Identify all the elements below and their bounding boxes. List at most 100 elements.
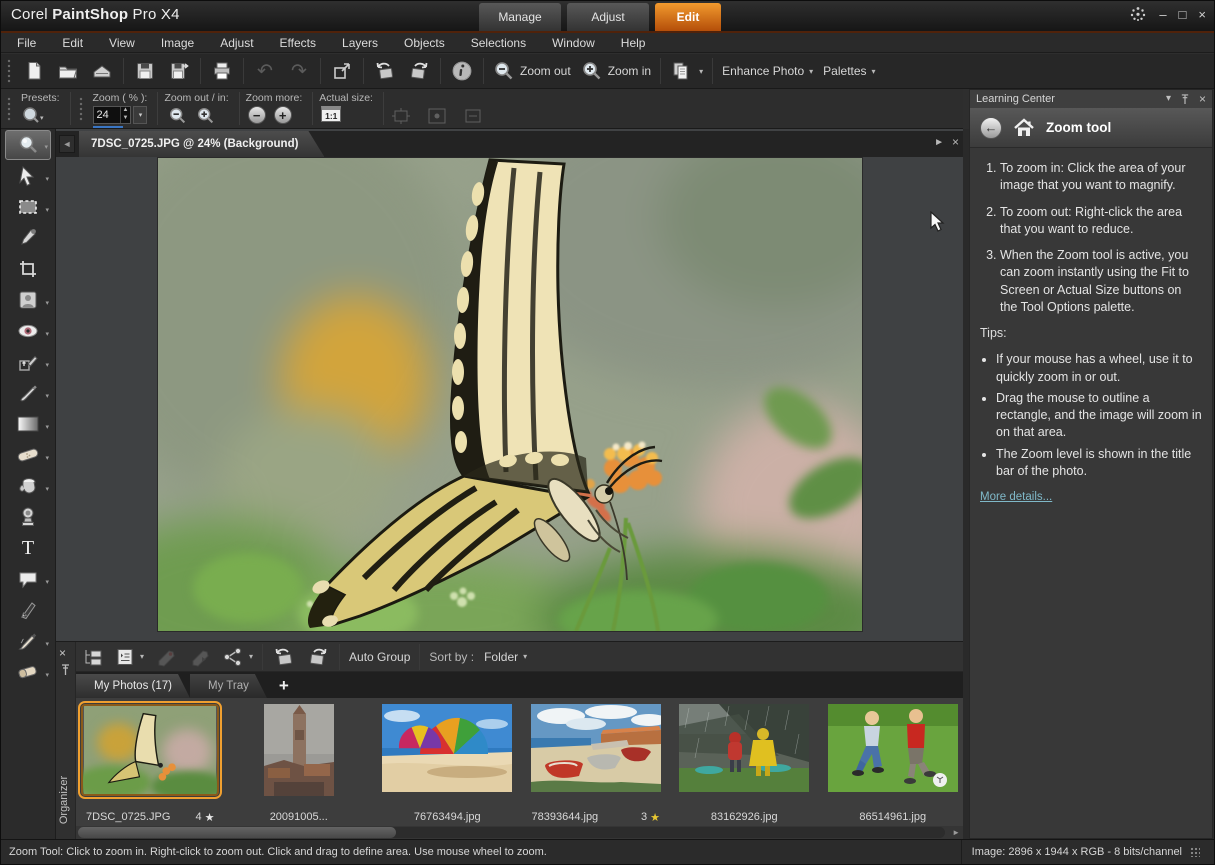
collapse-photo-strip-button[interactable]	[76, 642, 110, 672]
panel-menu-icon[interactable]: ▾	[1166, 94, 1171, 104]
sort-by-dropdown[interactable]: Folder ▾	[479, 642, 532, 672]
doc-nav-right-button[interactable]: ►	[934, 137, 944, 148]
thumbnail-butterfly[interactable]: 7DSC_0725.JPG 4★	[80, 704, 221, 826]
scan-import-button[interactable]	[85, 56, 119, 86]
tag-button[interactable]	[149, 642, 183, 672]
crop-tool[interactable]	[5, 254, 51, 284]
tab-manage[interactable]: Manage	[479, 3, 561, 31]
menu-view[interactable]: View	[109, 36, 135, 50]
menu-selections[interactable]: Selections	[471, 36, 526, 50]
preset-shape-tool[interactable]: ▾	[5, 564, 51, 594]
panel-pin-icon[interactable]	[1180, 94, 1190, 105]
thumbnail-scrollbar-thumb[interactable]	[78, 827, 396, 838]
blemish-fix-tool[interactable]: ▾	[5, 440, 51, 470]
zoom-spinner[interactable]: ▲ ▼	[120, 107, 131, 123]
document-tab[interactable]: 7DSC_0725.JPG @ 24% (Background)	[79, 131, 324, 157]
open-button[interactable]	[51, 56, 85, 86]
thumbnail-soccer[interactable]: 86514961.jpg	[823, 704, 964, 826]
paint-brush-tool[interactable]: ▾	[5, 378, 51, 408]
organizer-pin-icon[interactable]	[60, 664, 71, 676]
redo-button[interactable]: ↷	[282, 56, 316, 86]
toolbar-drag-handle[interactable]	[6, 58, 12, 84]
warp-brush-tool[interactable]: ▾	[5, 626, 51, 656]
tab-adjust[interactable]: Adjust	[567, 3, 649, 31]
eraser-tool[interactable]: ▾	[5, 657, 51, 687]
text-tool[interactable]: T	[5, 533, 51, 563]
undo-button[interactable]: ↶	[248, 56, 282, 86]
options-drag-handle[interactable]	[6, 96, 12, 122]
thumbnail-umbrellas[interactable]: 76763494.jpg	[377, 704, 518, 826]
print-button[interactable]	[205, 56, 239, 86]
save-as-button[interactable]	[162, 56, 196, 86]
menu-help[interactable]: Help	[621, 36, 646, 50]
makeover-tool[interactable]: ▾	[5, 285, 51, 315]
doc-nav-left-button[interactable]: ◄	[59, 135, 75, 153]
minimize-button[interactable]: –	[1159, 8, 1166, 21]
retouch-brush-tool[interactable]: ▾	[5, 347, 51, 377]
tag-play-button[interactable]	[183, 642, 217, 672]
rotate-left-button[interactable]	[368, 56, 402, 86]
palettes-button[interactable]: Palettes ▾	[818, 56, 880, 86]
tab-my-photos[interactable]: My Photos (17)	[76, 674, 190, 698]
panel-close-icon[interactable]: ×	[1199, 93, 1206, 105]
thumbnail-scrollbar[interactable]	[78, 827, 945, 838]
zoom-percent-value[interactable]: 24	[94, 109, 120, 121]
scroll-right-button[interactable]: ►	[952, 828, 960, 837]
zoom-slider-toggle[interactable]: ▾	[133, 106, 147, 124]
menu-window[interactable]: Window	[552, 36, 595, 50]
selection-tool[interactable]: ▾	[5, 192, 51, 222]
zoom-more-out-button[interactable]: −	[248, 106, 266, 124]
zoom-more-in-button[interactable]: +	[274, 106, 292, 124]
zoom-slider-indicator[interactable]	[93, 126, 123, 128]
org-rotate-left-button[interactable]	[267, 642, 301, 672]
thumbnail-boats[interactable]: 78393644.jpg 3★	[526, 704, 667, 826]
fit-image-to-window-icon[interactable]	[426, 107, 448, 125]
presets-zoom-icon[interactable]: ▾	[21, 106, 45, 126]
auto-group-button[interactable]: Auto Group	[344, 642, 415, 672]
spin-up-icon[interactable]: ▲	[121, 107, 131, 115]
options-drag-handle[interactable]	[78, 96, 84, 122]
butterfly-photo[interactable]	[158, 158, 862, 631]
rotate-right-button[interactable]	[402, 56, 436, 86]
zoom-out-small-icon[interactable]	[168, 106, 188, 126]
maximize-button[interactable]: □	[1179, 8, 1187, 21]
save-button[interactable]	[128, 56, 162, 86]
menu-objects[interactable]: Objects	[404, 36, 445, 50]
gradient-swatch-tool[interactable]: ▾	[5, 409, 51, 439]
new-file-button[interactable]	[17, 56, 51, 86]
tab-edit[interactable]: Edit	[655, 3, 721, 31]
org-rotate-right-button[interactable]	[301, 642, 335, 672]
home-button[interactable]	[1012, 117, 1036, 139]
add-tray-button[interactable]: +	[267, 674, 301, 698]
organizer-menu-button[interactable]: ▾	[110, 642, 149, 672]
menu-edit[interactable]: Edit	[62, 36, 83, 50]
thumbnail-rain-kids[interactable]: 83162926.jpg	[674, 704, 815, 826]
menu-file[interactable]: File	[17, 36, 36, 50]
fit-window-to-image-icon[interactable]	[390, 107, 412, 125]
zoom-tool[interactable]: ▾	[5, 130, 51, 160]
image-information-button[interactable]	[445, 56, 479, 86]
doc-close-button[interactable]: ×	[952, 135, 959, 149]
tab-my-tray[interactable]: My Tray	[190, 674, 267, 698]
more-details-link[interactable]: More details...	[980, 490, 1052, 506]
menu-adjust[interactable]: Adjust	[220, 36, 253, 50]
enhance-photo-button[interactable]: Enhance Photo ▾	[717, 56, 818, 86]
dropper-tool[interactable]	[5, 223, 51, 253]
menu-image[interactable]: Image	[161, 36, 194, 50]
image-canvas[interactable]	[56, 157, 963, 641]
actual-size-button[interactable]: 1:1	[321, 106, 341, 122]
menu-effects[interactable]: Effects	[280, 36, 316, 50]
spin-down-icon[interactable]: ▼	[121, 115, 131, 123]
back-button[interactable]: ←	[980, 117, 1002, 139]
close-button[interactable]: ×	[1198, 8, 1206, 21]
red-eye-tool[interactable]: ▾	[5, 316, 51, 346]
zoom-percent-input[interactable]: 24 ▲ ▼	[93, 106, 132, 124]
zoom-in-small-icon[interactable]	[196, 106, 216, 126]
resize-grip[interactable]	[1190, 847, 1200, 857]
fit-to-screen-icon[interactable]	[462, 107, 484, 125]
zoom-out-button[interactable]: Zoom out	[488, 56, 576, 86]
pick-tool[interactable]: ▾	[5, 161, 51, 191]
organizer-close-button[interactable]: ×	[59, 646, 66, 660]
zoom-in-button[interactable]: Zoom in	[576, 56, 656, 86]
pen-tool[interactable]	[5, 595, 51, 625]
